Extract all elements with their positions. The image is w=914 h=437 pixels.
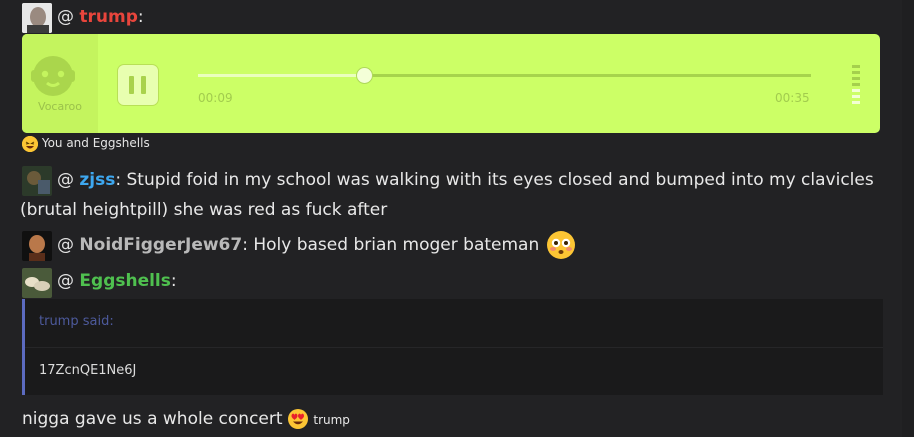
seek-bar[interactable] [198,68,811,83]
post-eggshells-text: nigga gave us a whole concert [22,409,283,429]
flushed-emoji-icon [546,231,575,259]
separator: : [170,271,177,291]
elapsed-time: 00:09 [198,91,233,105]
avatar-zjss[interactable] [22,166,52,196]
post-zjss-line2: (brutal heightpill) she was red as fuck … [20,200,388,220]
volume-bar [852,95,860,98]
post-noidfiggerjew67: @ NoidFiggerJew67: Holy based brian moge… [57,230,575,260]
volume-control[interactable] [852,65,860,107]
at-sign: @ [57,7,74,27]
total-time: 00:35 [775,91,810,105]
quote-divider [25,347,883,348]
post-header-eggshells: @ Eggshells: [57,266,177,296]
volume-bar [852,71,860,74]
at-sign: @ [57,271,74,291]
volume-bar [852,101,860,104]
post-zjss-line1: @ zjss: Stupid foid in my school was wal… [57,165,874,195]
post-zjss-text: Stupid foid in my school was walking wit… [121,170,874,190]
username-eggshells[interactable]: Eggshells [79,271,170,291]
vocaroo-label: Vocaroo [38,100,82,113]
scrollbar[interactable] [902,0,914,437]
pause-icon-bar-right [141,76,146,94]
post-header-trump: @ trump: [57,2,144,32]
avatar-image [22,166,52,196]
quote-block: trump said: 17ZcnQE1Ne6J [22,299,883,395]
avatar-image [22,3,52,33]
pause-icon-bar-left [129,76,134,94]
username-noidfiggerjew67[interactable]: NoidFiggerJew67 [79,235,242,255]
vocaroo-player: Vocaroo 00:09 00:35 [22,34,880,133]
laughing-emoji-icon [22,135,38,152]
at-sign: @ [57,170,74,190]
avatar-noidfiggerjew67[interactable] [22,231,52,261]
seek-bar-progress [198,74,364,77]
volume-bar [852,65,860,68]
volume-bar [852,77,860,80]
avatar-image [22,231,52,261]
reaction-summary[interactable]: You and Eggshells [22,135,150,152]
vocaroo-face-icon [31,56,75,96]
pause-button[interactable] [118,65,158,105]
reaction-summary-text: You and Eggshells [41,136,150,150]
at-sign: @ [57,235,74,255]
avatar-image [22,268,52,298]
username-zjss[interactable]: zjss [79,170,115,190]
reaction-by-label[interactable]: trump [313,413,350,427]
quote-body: 17ZcnQE1Ne6J [39,363,137,378]
avatar-eggshells[interactable] [22,268,52,298]
username-trump[interactable]: trump [79,7,138,27]
volume-bar [852,83,860,86]
volume-bar [852,89,860,92]
heart-eyes-emoji-icon [287,409,308,429]
seek-handle[interactable] [356,68,372,83]
quote-header[interactable]: trump said: [39,314,114,329]
post-eggshells-body: nigga gave us a whole concert trump [22,404,350,435]
vocaroo-logo[interactable]: Vocaroo [22,34,98,133]
post-noid-text: Holy based brian moger bateman [247,235,540,255]
separator: : [137,7,144,27]
avatar-trump[interactable] [22,3,52,33]
